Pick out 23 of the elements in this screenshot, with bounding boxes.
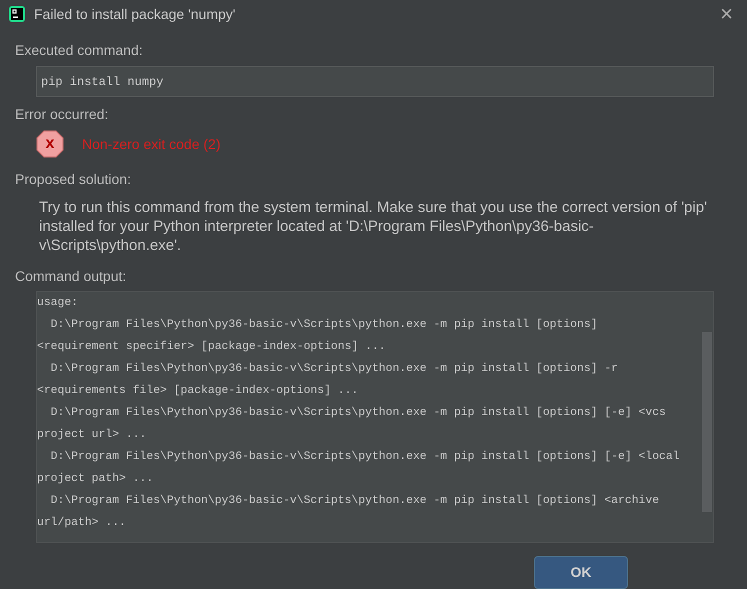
output-line: project path> ...	[37, 472, 154, 487]
output-line: url/path> ...	[37, 516, 127, 531]
output-line: D:\Program Files\Python\py36-basic-v\Scripts\python.exe -m pip install [options] [-e] <vcs	[50, 406, 667, 421]
close-button[interactable]: ×	[714, 3, 739, 25]
section-label: Proposed solution:	[15, 170, 132, 189]
output-line: D:\Program Files\Python\py36-basic-v\Scripts\python.exe -m pip install [options]	[50, 318, 599, 333]
window-title: Failed to install package 'numpy'	[34, 4, 236, 24]
ok-button[interactable]: OK	[534, 556, 628, 589]
output-line: usage:	[37, 296, 80, 311]
output-line: D:\Program Files\Python\py36-basic-v\Scripts\python.exe -m pip install [options] <archive	[50, 494, 660, 509]
section-label: Error occurred:	[15, 105, 110, 124]
app-logo-icon	[8, 5, 26, 23]
output-line: <requirements file> [package-index-options] ...	[37, 384, 360, 399]
output-line: <requirement specifier> [package-index-options] ...	[37, 340, 387, 355]
error-icon: x	[36, 130, 64, 158]
section-label: Command output:	[15, 267, 128, 286]
output-line: D:\Program Files\Python\py36-basic-v\Scripts\python.exe -m pip install [options] [-e] <local	[50, 450, 681, 465]
output-line: D:\Program Files\Python\py36-basic-v\Scripts\python.exe -m pip install [options] -r	[50, 362, 620, 377]
section-label: Executed command:	[15, 41, 144, 60]
command-field: pip install numpy	[36, 66, 714, 97]
error-message: Non-zero exit code (2)	[82, 134, 221, 154]
output-line: project url> ...	[37, 428, 148, 443]
solution-text: Try to run this command from the system terminal. Make sure that you use the correct version of 'pip' installed for your Python interpreter located at 'D:\Program Files\Python\py36-basic-v\Scripts\python.exe'.	[39, 198, 708, 255]
